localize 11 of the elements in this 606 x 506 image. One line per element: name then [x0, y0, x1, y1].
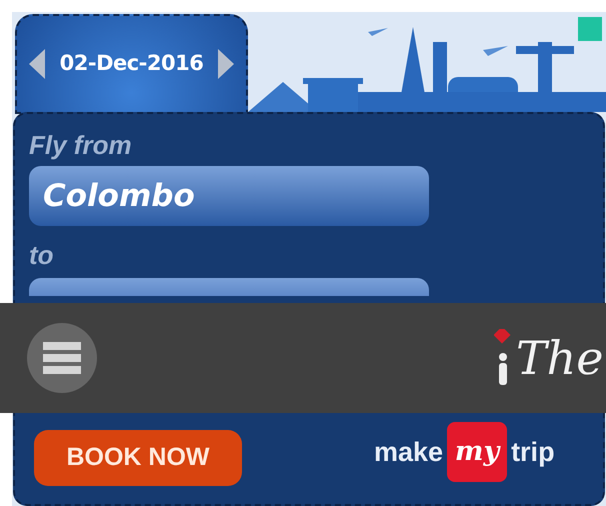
to-field[interactable] — [29, 278, 429, 296]
from-field[interactable]: Colombo — [29, 166, 429, 226]
book-now-button[interactable]: BOOK NOW — [34, 430, 242, 486]
to-label: to — [29, 239, 55, 272]
date-label: 02-Dec-2016 — [60, 50, 204, 78]
logo-text: The — [516, 330, 604, 386]
left-arrow-icon[interactable] — [29, 49, 45, 79]
brand-logo: make my trip — [374, 422, 555, 482]
logo-icon — [494, 329, 512, 387]
right-arrow-icon[interactable] — [218, 49, 234, 79]
from-label: Fly from — [29, 129, 133, 162]
